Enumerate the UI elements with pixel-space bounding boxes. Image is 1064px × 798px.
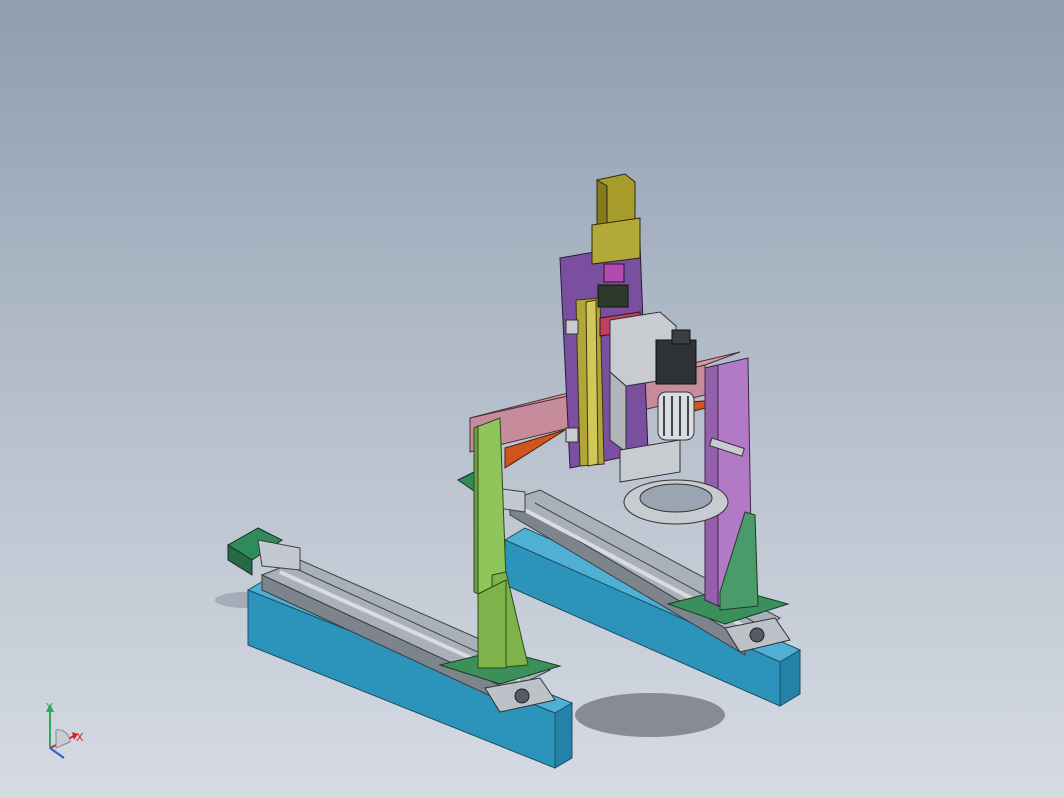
y-axis-label: Y [45,701,53,714]
z-axis-line [49,747,65,759]
coordinate-triad: Y X [45,701,84,759]
cad-3d-viewport[interactable]: Y X [0,0,1064,798]
x-axis-label: X [76,731,84,744]
right-support-plate[interactable] [704,357,759,611]
model-shadow [575,693,725,737]
left-base-end [554,702,573,769]
